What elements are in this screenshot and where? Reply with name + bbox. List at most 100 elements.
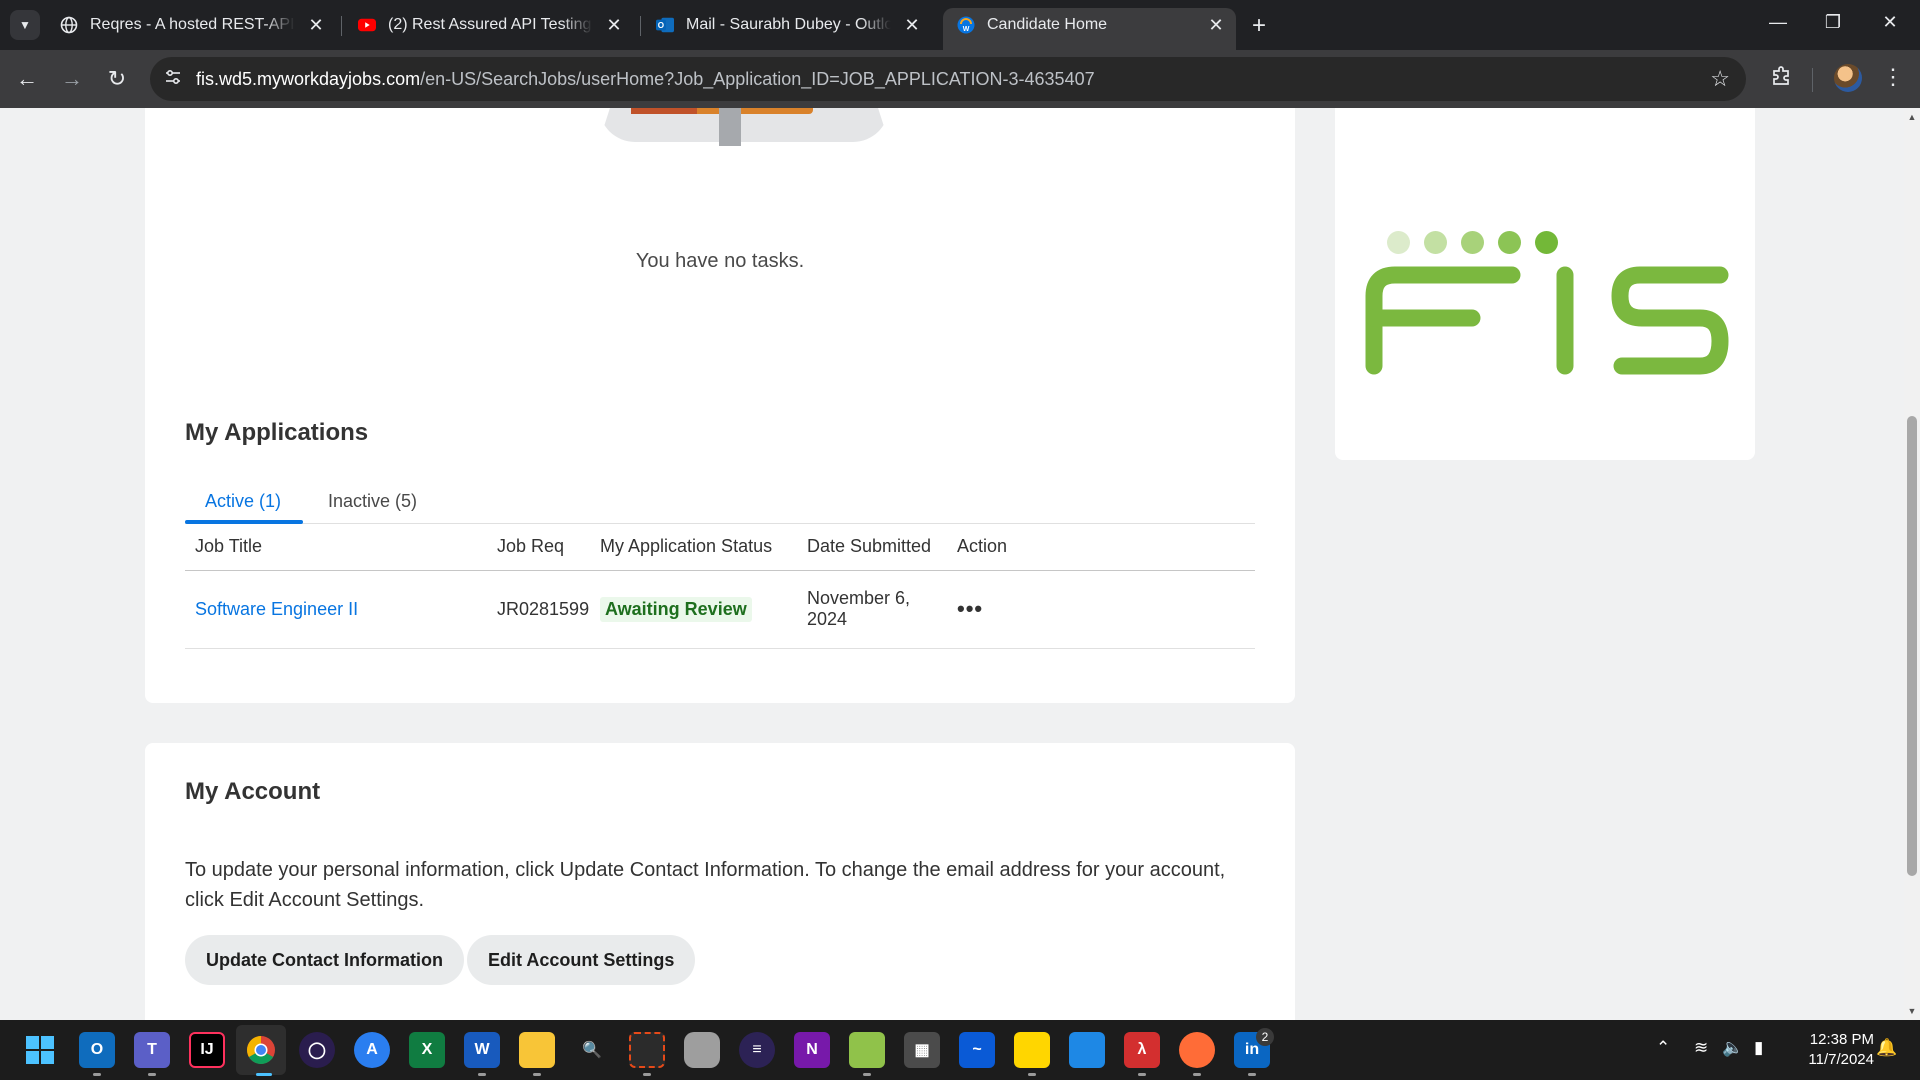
restore-icon[interactable]: ❐	[1813, 12, 1853, 33]
intellij-app-icon[interactable]: IJ	[189, 1032, 225, 1068]
table-header-row: Job Title Job Req My Application Status …	[185, 524, 1255, 571]
status-badge: Awaiting Review	[600, 596, 752, 622]
outlook-app-icon[interactable]: O	[79, 1032, 115, 1068]
my-account-heading: My Account	[185, 778, 321, 805]
profile-avatar[interactable]	[1834, 64, 1862, 92]
fis-logo	[1365, 266, 1729, 375]
applications-table: Job Title Job Req My Application Status …	[185, 524, 1255, 649]
tab-inactive-applications[interactable]: Inactive (5)	[328, 491, 417, 512]
my-applications-card: My Applications Active (1) Inactive (5) …	[145, 367, 1295, 703]
battery-icon[interactable]: ▮	[1754, 1038, 1763, 1058]
obs-app-icon[interactable]: ◯	[299, 1032, 335, 1068]
bookmark-star-icon[interactable]: ☆	[1710, 66, 1730, 92]
running-indicator	[478, 1073, 486, 1076]
close-tab-icon[interactable]: ✕	[604, 15, 624, 35]
update-contact-information-button[interactable]: Update Contact Information	[185, 935, 464, 985]
sticky-notes-icon[interactable]	[1014, 1032, 1050, 1068]
my-account-card: My Account To update your personal infor…	[145, 743, 1295, 1020]
scrollbar-thumb[interactable]	[1907, 416, 1917, 876]
notepad-plus-icon[interactable]	[849, 1032, 885, 1068]
minimize-icon[interactable]: —	[1758, 12, 1798, 33]
site-settings-icon[interactable]	[162, 68, 184, 90]
clock-date: 11/7/2024	[1808, 1051, 1874, 1068]
browser-tab-strip: ▼ Reqres - A hosted REST-API ready to re…	[0, 0, 1920, 50]
running-indicator	[148, 1073, 156, 1076]
start-menu-icon[interactable]	[22, 1032, 58, 1068]
close-tab-icon[interactable]: ✕	[1206, 15, 1226, 35]
running-indicator	[863, 1073, 871, 1076]
cell-action: •••	[947, 570, 1255, 649]
edit-account-settings-button[interactable]: Edit Account Settings	[467, 935, 696, 985]
account-description: To update your personal information, cli…	[185, 859, 1226, 911]
excel-app-icon[interactable]: X	[409, 1032, 445, 1068]
app-store-icon[interactable]: A	[354, 1032, 390, 1068]
clock-time: 12:38 PM	[1809, 1031, 1874, 1048]
browser-tab-candidate-home[interactable]: W Candidate Home ✕	[943, 8, 1236, 50]
forward-arrow-icon[interactable]: →	[57, 64, 87, 94]
tab-title: Candidate Home	[987, 16, 1108, 33]
empty-tasks-illustration	[599, 108, 889, 146]
windows-taskbar: O T IJ ◯ A X W 🔍 ≡ N ▦ ~ λ in 2 ⌃ ≋ 🔈 ▮ …	[0, 1020, 1920, 1080]
more-actions-button[interactable]: •••	[957, 596, 983, 621]
people-app-icon[interactable]	[1069, 1032, 1105, 1068]
scroll-up-arrow-icon[interactable]: ▲	[1904, 112, 1920, 122]
snipping-tool-icon[interactable]	[629, 1032, 665, 1068]
close-window-icon[interactable]: ✕	[1870, 12, 1910, 33]
close-tab-icon[interactable]: ✕	[306, 15, 326, 35]
column-header-status: My Application Status	[590, 524, 797, 571]
more-menu-icon[interactable]: ⋮	[1878, 64, 1908, 90]
application-tabs: Active (1) Inactive (5)	[185, 477, 1255, 524]
calculator-app-icon[interactable]: ▦	[904, 1032, 940, 1068]
chevron-up-icon[interactable]: ⌃	[1656, 1038, 1670, 1058]
system-clock[interactable]: 12:38 PM 11/7/2024	[1790, 1030, 1874, 1070]
address-bar[interactable]: fis.wd5.myworkdayjobs.com/en-US/SearchJo…	[150, 57, 1746, 101]
column-header-date-submitted: Date Submitted	[797, 524, 947, 571]
search-tool-icon[interactable]: 🔍	[574, 1032, 610, 1068]
browser-tab-reqres[interactable]: Reqres - A hosted REST-API ready to resp…	[46, 8, 336, 42]
wifi-icon[interactable]: ≋	[1694, 1038, 1708, 1058]
globe-icon	[60, 16, 78, 34]
browser-tab-outlook[interactable]: O Mail - Saurabh Dubey - Outlook ✕	[642, 8, 932, 42]
photos-app-icon[interactable]: ~	[959, 1032, 995, 1068]
column-header-job-title: Job Title	[185, 524, 487, 571]
chevron-down-icon: ▼	[19, 18, 31, 32]
logo-dot	[1535, 231, 1558, 254]
teams-app-icon[interactable]: T	[134, 1032, 170, 1068]
eclipse-app-icon[interactable]: ≡	[739, 1032, 775, 1068]
volume-icon[interactable]: 🔈	[1722, 1038, 1743, 1058]
postman-app-icon[interactable]	[1179, 1032, 1215, 1068]
page-scrollbar[interactable]: ▲ ▼	[1904, 108, 1920, 1020]
logo-dot	[1498, 231, 1521, 254]
onenote-app-icon[interactable]: N	[794, 1032, 830, 1068]
url-text: fis.wd5.myworkdayjobs.com/en-US/SearchJo…	[196, 69, 1095, 90]
acrobat-app-icon[interactable]: λ	[1124, 1032, 1160, 1068]
new-tab-button[interactable]: +	[1246, 12, 1272, 40]
tab-active-applications[interactable]: Active (1)	[205, 491, 281, 512]
cell-date-submitted: November 6, 2024	[797, 570, 947, 649]
running-indicator	[1193, 1073, 1201, 1076]
reload-icon[interactable]: ↻	[102, 64, 132, 94]
database-app-icon[interactable]	[684, 1032, 720, 1068]
extensions-icon[interactable]	[1766, 64, 1796, 92]
no-tasks-message: You have no tasks.	[635, 250, 805, 272]
file-explorer-icon[interactable]	[519, 1032, 555, 1068]
word-app-icon[interactable]: W	[464, 1032, 500, 1068]
tab-divider	[640, 16, 641, 36]
job-title-link[interactable]: Software Engineer II	[195, 599, 358, 619]
scroll-down-arrow-icon[interactable]: ▼	[1904, 1006, 1920, 1016]
notification-badge: 2	[1256, 1028, 1274, 1046]
toolbar-divider	[1812, 68, 1813, 92]
tab-search-button[interactable]: ▼	[10, 10, 40, 40]
back-arrow-icon[interactable]: ←	[12, 64, 42, 94]
url-host: fis.wd5.myworkdayjobs.com	[196, 69, 421, 89]
close-tab-icon[interactable]: ✕	[902, 15, 922, 35]
running-indicator	[1248, 1073, 1256, 1076]
chrome-app-icon[interactable]	[236, 1025, 286, 1075]
company-logo-card	[1335, 108, 1755, 460]
column-header-job-req: Job Req	[487, 524, 590, 571]
running-indicator	[533, 1073, 541, 1076]
browser-tab-youtube[interactable]: (2) Rest Assured API Testing Session ✕	[344, 8, 634, 42]
notification-bell-icon[interactable]: 🔔	[1876, 1038, 1897, 1058]
running-indicator	[1028, 1073, 1036, 1076]
running-indicator	[1138, 1073, 1146, 1076]
